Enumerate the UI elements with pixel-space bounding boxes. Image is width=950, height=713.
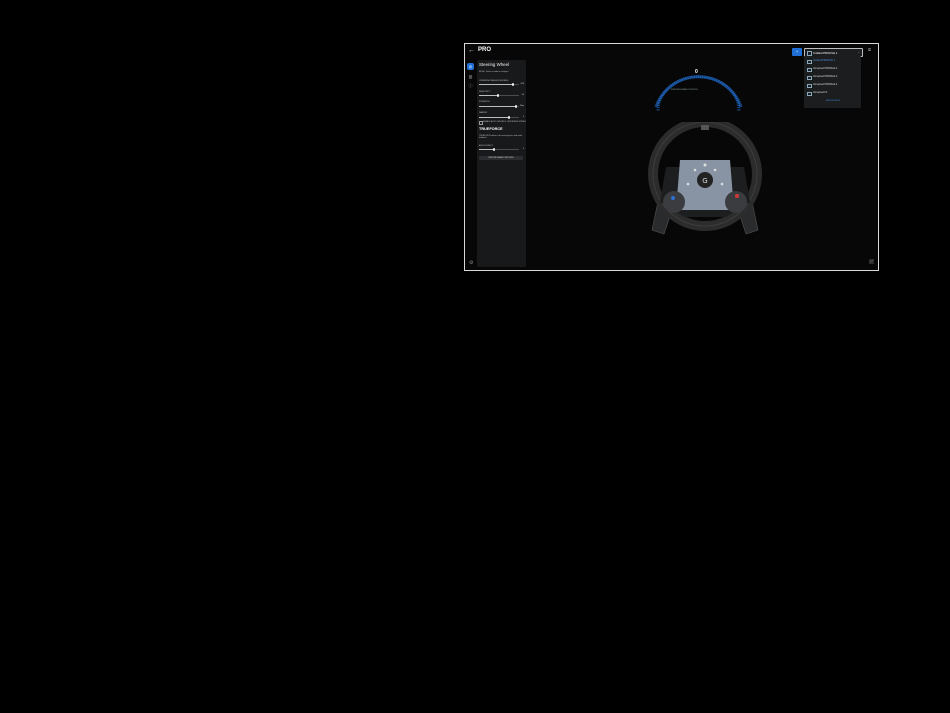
profile-menu: Untitled PROFILE 1 Unnamed PROFILE 2 Unn… [804, 56, 861, 108]
new-profile-button[interactable]: NEW PROFILE [816, 99, 850, 103]
profile-item[interactable]: Untitled PROFILE 1 [807, 58, 859, 64]
slider-value: 900 [520, 83, 524, 85]
sensitivity-slider[interactable] [479, 94, 519, 97]
slider-value: 0 [522, 116, 524, 118]
slider-label: DAMPER [479, 112, 488, 114]
wheel-position-gauge [654, 75, 743, 111]
device-title: PRO [478, 47, 492, 53]
mode-label: MODE [479, 71, 485, 73]
app-window: ← PRO ◎ ▥ ⓘ Steering Wheel MODE Select a… [464, 43, 879, 271]
profile-item[interactable]: Unnamed PROFILE 4 [807, 82, 859, 88]
back-arrow-icon[interactable]: ← [468, 47, 475, 54]
slider-label: OPERATING RANGE (DEGREES) [479, 80, 509, 82]
gauge-subtitle: STEERING WHEEL POSITION [671, 89, 698, 91]
info-icon[interactable]: ⓘ [467, 82, 474, 89]
trueforce-title: TRUEFORCE [479, 127, 503, 131]
trueforce-desc: TRUEFORCE delivers the actual physics an… [479, 135, 523, 140]
strength-slider[interactable] [479, 105, 519, 108]
svg-text:G: G [702, 177, 707, 185]
operating-range-slider[interactable] [479, 83, 519, 86]
slider-label: STRENGTH [479, 101, 490, 103]
settings-panel: Steering Wheel MODE Select a mode to con… [477, 60, 526, 267]
pedals-icon[interactable]: ▥ [467, 73, 474, 80]
settings-icon[interactable]: ⚙ [469, 260, 473, 266]
steering-wheel-image: G [648, 122, 762, 235]
side-rail: ◎ ▥ ⓘ [466, 61, 476, 261]
slider-value: 50 [521, 94, 524, 96]
checkbox-label: ENABLE AUTO-CENTER & CENTERING SPRING [483, 121, 526, 123]
chevron-down-icon: ⌄ [857, 50, 860, 54]
panel-title: Steering Wheel [479, 62, 510, 67]
slider-value: 0 [522, 148, 524, 150]
audio-effect-slider[interactable] [479, 148, 519, 151]
restore-defaults-button[interactable]: RESTORE DEFAULT SETTINGS [479, 156, 523, 160]
slider-value: Max [520, 105, 524, 107]
profile-selected: Untitled PROFILE 1 [813, 50, 838, 55]
expand-icon[interactable]: ⤢ [869, 259, 874, 264]
profile-item[interactable]: Unnamed PROFILE 3 [807, 74, 859, 80]
slider-label: AUDIO EFFECT [479, 145, 493, 147]
gear-wheel-icon[interactable]: ◎ [467, 63, 474, 70]
slider-label: SENSITIVITY [479, 91, 491, 93]
profile-item[interactable]: Unnamed F1 [807, 90, 859, 96]
mode-desc: Select a mode to configure [486, 71, 509, 73]
gauge-value: 0 [695, 69, 698, 75]
damper-slider[interactable] [479, 116, 519, 119]
profile-item[interactable]: Unnamed PROFILE 2 [807, 66, 859, 72]
add-profile-button[interactable]: + [792, 48, 802, 56]
user-icon[interactable]: ⍝ [868, 47, 871, 53]
